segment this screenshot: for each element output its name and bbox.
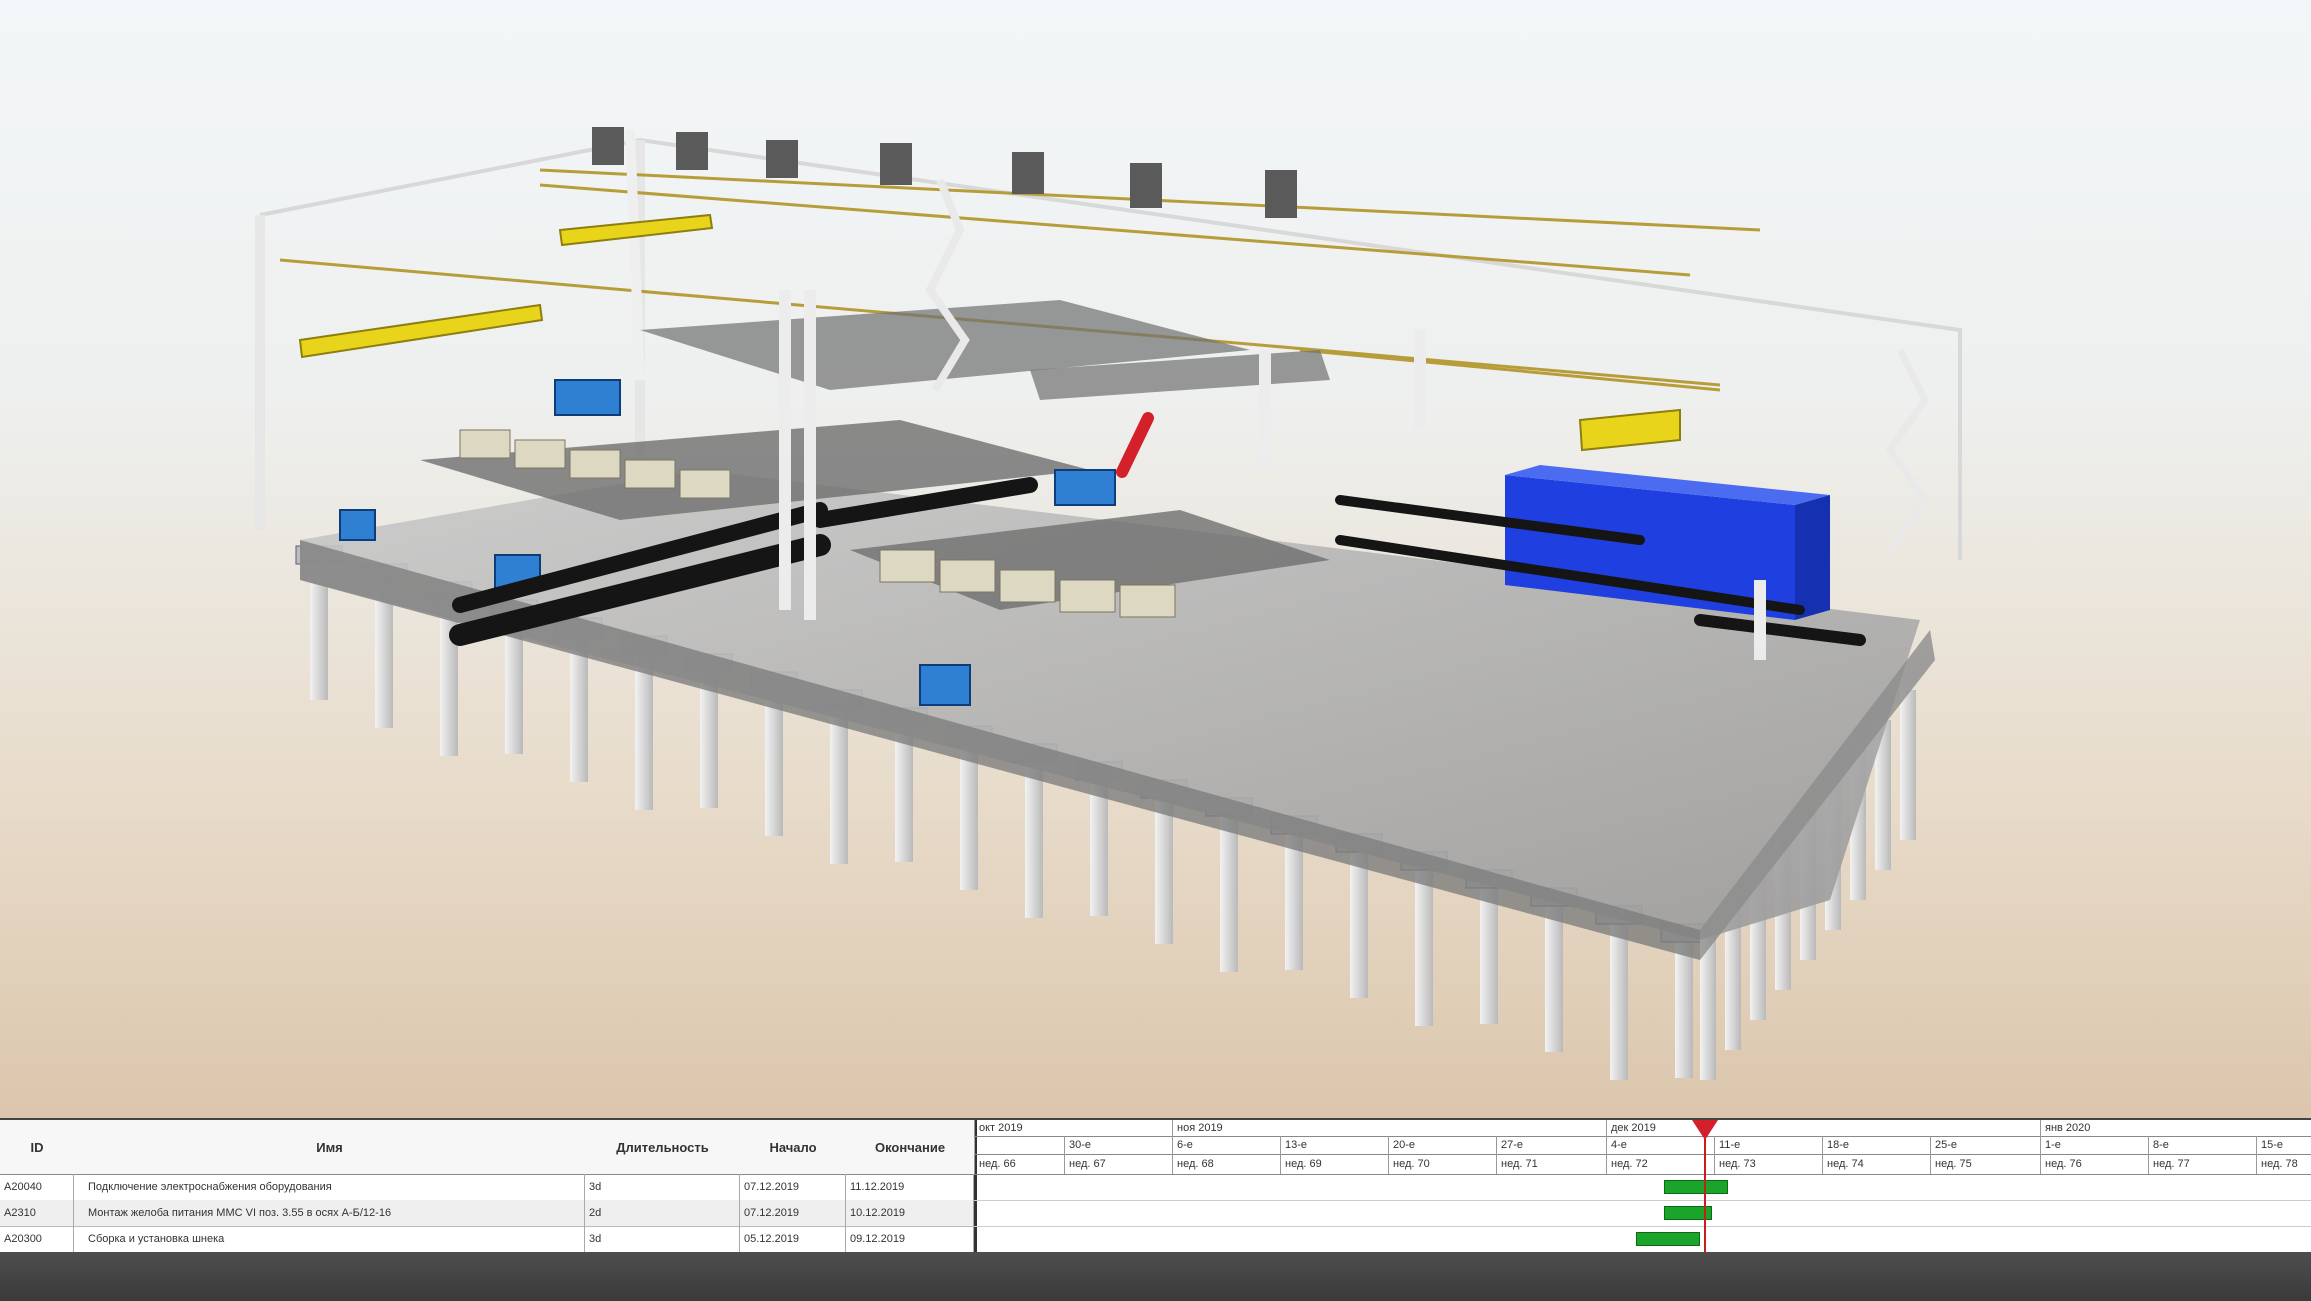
gantt-week-number: нед. 72 [1606,1154,1714,1174]
task-finish: 11.12.2019 [846,1174,974,1200]
task-table: ID Имя Длительность Начало Окончание A20… [0,1120,977,1253]
task-duration: 3d [585,1226,740,1252]
task-duration: 3d [585,1174,740,1200]
foundation-pile [1350,848,1368,998]
gantt-week-number: нед. 69 [1280,1154,1388,1174]
task-id: A20040 [0,1174,74,1200]
gantt-week-number: нед. 73 [1714,1154,1822,1174]
gantt-week-label: 18-е [1822,1136,1930,1154]
gantt-week-number: нед. 67 [1064,1154,1172,1174]
task-name: Подключение электроснабжения оборудовани… [74,1174,585,1200]
roof-fans [592,127,1297,218]
task-start: 07.12.2019 [740,1174,846,1200]
foundation-pile [1220,812,1238,972]
table-row[interactable]: A2310 Монтаж желоба питания ММС VI поз. … [0,1200,974,1227]
task-id: A20300 [0,1226,74,1252]
task-start: 07.12.2019 [740,1200,846,1226]
gantt-week-label: 30-е [1064,1136,1172,1154]
task-start: 05.12.2019 [740,1226,846,1252]
foundation-pile [1025,758,1043,918]
gantt-week-label: 15-е [2256,1136,2311,1154]
column-header-id[interactable]: ID [0,1120,75,1175]
gantt-week-number: нед. 74 [1822,1154,1930,1174]
gantt-week-number: нед. 66 [974,1154,1064,1174]
gantt-chart[interactable]: окт 2019 ноя 2019 дек 2019 янв 2020 30-е… [974,1120,2311,1252]
gantt-month-label: дек 2019 [1606,1120,2040,1136]
3d-model-viewport[interactable] [0,0,2311,1120]
foundation-pile [1415,866,1433,1026]
table-row[interactable]: A20300 Сборка и установка шнека 3d 05.12… [0,1226,974,1253]
gantt-week-label: 6-е [1172,1136,1280,1154]
gantt-week-number: нед. 77 [2148,1154,2256,1174]
gantt-week-number: нед. 68 [1172,1154,1280,1174]
gantt-week-label: 25-е [1930,1136,2040,1154]
gantt-week-label: 13-е [1280,1136,1388,1154]
gantt-task-bar[interactable] [1664,1180,1728,1194]
table-row[interactable]: A20040 Подключение электроснабжения обор… [0,1174,974,1201]
foundation-pile [1610,920,1628,1080]
gantt-week-label: 27-е [1496,1136,1606,1154]
gantt-week-label: 1-е [2040,1136,2148,1154]
gantt-week-number: нед. 70 [1388,1154,1496,1174]
red-chute [1116,412,1154,478]
gantt-week-label: 11-е [1714,1136,1822,1154]
foundation-pile [1675,938,1693,1078]
gantt-week-number: нед. 76 [2040,1154,2148,1174]
task-name: Монтаж желоба питания ММС VI поз. 3.55 в… [74,1200,585,1226]
gantt-week-number: нед. 71 [1496,1154,1606,1174]
task-name: Сборка и установка шнека [74,1226,585,1252]
column-header-finish[interactable]: Окончание [846,1120,975,1175]
gantt-week-number: нед. 78 [2256,1154,2311,1174]
foundation-pile [1545,902,1563,1052]
gantt-week-label: 8-е [2148,1136,2256,1154]
foundation-pile [1480,884,1498,1024]
column-header-start[interactable]: Начало [740,1120,847,1175]
task-finish: 09.12.2019 [846,1226,974,1252]
gantt-month-label: янв 2020 [2040,1120,2311,1136]
task-id: A2310 [0,1200,74,1226]
gantt-month-label: ноя 2019 [1172,1120,1606,1136]
gantt-week-number: нед. 75 [1930,1154,2040,1174]
foundation-pile [1155,794,1173,944]
gantt-schedule-panel: ID Имя Длительность Начало Окончание A20… [0,1118,2311,1254]
task-duration: 2d [585,1200,740,1226]
column-header-duration[interactable]: Длительность [585,1120,741,1175]
current-date-marker[interactable] [1692,1120,1718,1140]
task-finish: 10.12.2019 [846,1200,974,1226]
column-header-name[interactable]: Имя [74,1120,586,1175]
gantt-task-bar[interactable] [1636,1232,1700,1246]
video-footer-bar [0,1252,2311,1301]
gantt-month-label: окт 2019 [974,1120,1172,1136]
foundation-pile [1900,690,1916,840]
gantt-week-label: 20-е [1388,1136,1496,1154]
plant-3d-model[interactable] [0,0,2311,1120]
